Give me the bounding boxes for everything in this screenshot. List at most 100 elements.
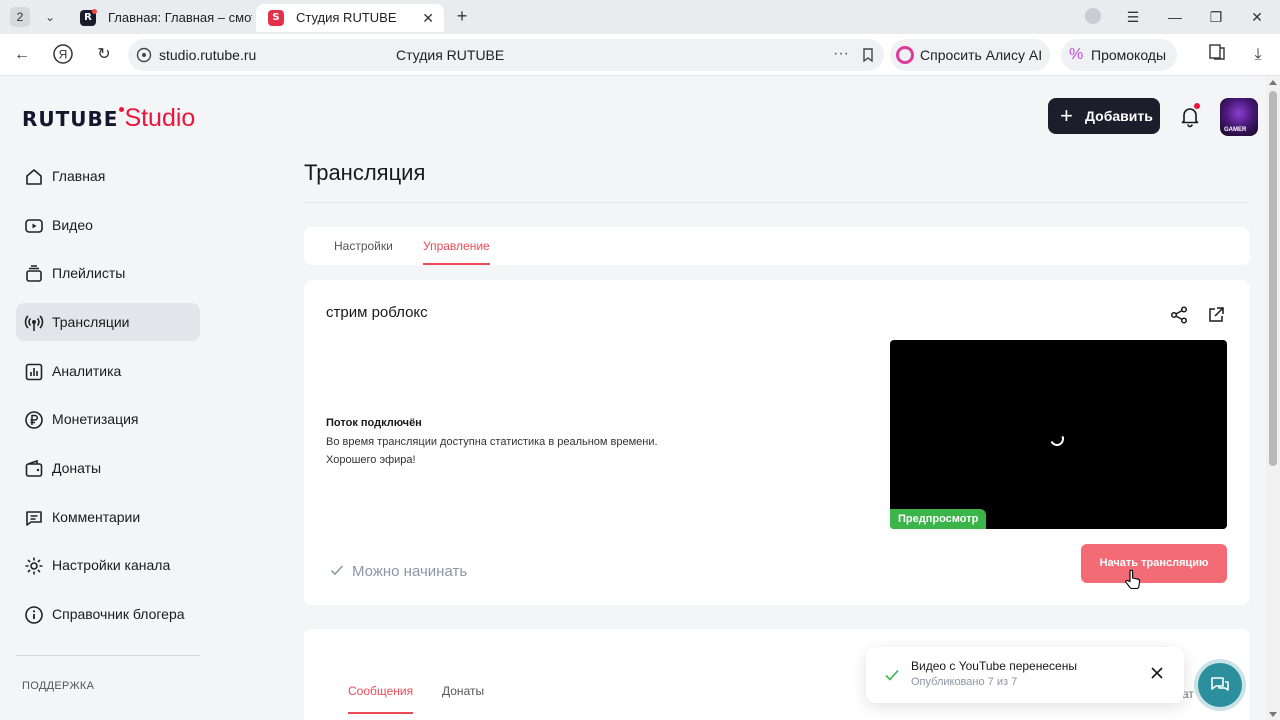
url-page-title: Студия RUTUBE [396,47,505,63]
sidebar-item-analytics[interactable]: Аналитика [16,352,200,390]
browser-tab-title: Студия RUTUBE [296,10,397,25]
comment-icon [26,511,42,526]
chevron-down-icon[interactable]: ⌄ [40,7,60,27]
browser-tab-bar: 2 ⌄ R Главная: Главная – смотр S Студия … [0,0,1280,34]
gear-icon [25,557,43,575]
close-window-icon[interactable]: ✕ [1246,6,1268,28]
alice-icon [896,46,914,64]
bookmark-icon[interactable] [860,47,876,63]
sidebar-item-label: Плейлисты [52,265,126,281]
sidebar-item-label: Монетизация [52,411,139,427]
ready-status-text: Можно начинать [352,563,468,580]
rutube-studio-logo[interactable]: RUTUBE Studio [22,104,195,132]
external-link-icon[interactable] [1206,305,1226,325]
toast-subtitle: Опубликовано 7 из 7 [911,676,1018,688]
url-text[interactable]: studio.rutube.ru [159,39,256,71]
plus-icon: + [1060,103,1073,128]
sidebar-item-label: Комментарии [52,509,141,525]
promocodes-button[interactable]: % Промокоды [1061,39,1177,71]
download-icon[interactable]: ⤓ [1246,43,1270,67]
sidebar-item-blogger-guide[interactable]: Справочник блогера [16,595,200,633]
sidebar-item-home[interactable]: Главная [16,157,200,195]
sidebar-item-label: Справочник блогера [52,606,185,622]
rutube-favicon-icon: R [80,9,97,26]
sidebar-item-comments[interactable]: Комментарии [16,498,200,536]
page-scrollbar[interactable] [1266,77,1280,720]
sidebar-item-monetization[interactable]: Монетизация [16,400,200,438]
collections-icon[interactable] [1205,43,1229,67]
add-button[interactable]: + Добавить [1048,98,1160,134]
sidebar-item-video[interactable]: Видео [16,206,200,244]
profile-icon[interactable] [1085,8,1101,24]
browser-address-bar: ← Я ↻ studio.rutube.ru Студия RUTUBE ···… [0,34,1280,76]
support-chat-button[interactable] [1198,663,1242,707]
sidebar-divider [16,655,200,656]
tab-count-badge[interactable]: 2 [10,7,30,27]
avatar[interactable] [1220,98,1258,136]
sidebar-item-label: Аналитика [52,363,122,379]
page-title: Трансляция [304,160,426,185]
video-icon [25,219,43,233]
sidebar-item-label: Донаты [52,460,102,476]
sidebar-item-channel-settings[interactable]: Настройки канала [16,546,200,584]
tab-management[interactable]: Управление [423,227,490,265]
tab-donations[interactable]: Донаты [442,684,484,714]
tab-settings[interactable]: Настройки [334,227,393,265]
preview-badge: Предпросмотр [890,509,987,529]
stream-status-line: Во время трансляции доступна статистика … [326,436,658,448]
close-icon[interactable] [1150,666,1164,680]
percent-icon: % [1069,46,1084,63]
browser-tab-studio[interactable]: S Студия RUTUBE ✕ [256,4,444,32]
back-icon[interactable]: ← [10,43,34,67]
sidebar-item-label: Настройки канала [52,557,171,573]
broadcast-tabs: Настройки Управление [304,227,1250,265]
loading-spinner-icon [1048,430,1066,448]
site-info-icon[interactable] [136,47,152,63]
sidebar-support-heading: ПОДДЕРЖКА [22,680,95,692]
support-chat-icon [1211,677,1229,691]
title-divider [304,202,1250,203]
stream-status-line: Хорошего эфира! [326,454,416,466]
browser-tab-title: Главная: Главная – смотр [108,10,252,25]
ruble-icon [25,411,43,429]
studio-page: RUTUBEStudio + Добавить Главная Видео Пл… [0,77,1266,720]
reload-icon[interactable]: ↻ [92,43,116,67]
browser-tab-main[interactable]: R Главная: Главная – смотр [68,4,252,32]
svg-text:Я: Я [59,48,68,62]
url-bar[interactable]: studio.rutube.ru Студия RUTUBE ··· [128,39,884,71]
scrollbar-thumb[interactable] [1269,91,1277,466]
analytics-icon [25,363,43,381]
yandex-icon[interactable]: Я [51,43,75,67]
minimize-icon[interactable]: — [1164,6,1186,28]
add-button-label: Добавить [1085,108,1153,124]
share-icon[interactable] [1169,305,1189,325]
toast-title: Видео с YouTube перенесены [911,659,1077,673]
sidebar-item-label: Главная [52,168,106,184]
restore-icon[interactable]: ❐ [1205,6,1227,28]
check-icon [330,565,344,576]
stream-preview-player[interactable]: Предпросмотр [890,340,1227,529]
playlist-icon [26,265,42,282]
sidebar-item-broadcasts[interactable]: Трансляции [16,303,200,341]
menu-icon[interactable]: ☰ [1122,6,1144,28]
promocodes-label: Промокоды [1091,47,1167,63]
scroll-up-icon[interactable] [1269,80,1277,85]
tab-messages[interactable]: Сообщения [348,684,414,714]
home-icon [26,169,42,185]
start-broadcast-button[interactable]: Начать трансляцию [1081,544,1227,583]
wallet-icon [25,459,43,477]
ask-alice-button[interactable]: Спросить Алису AI [890,39,1050,71]
scroll-down-icon[interactable] [1269,712,1277,717]
info-icon [25,606,43,624]
new-tab-icon[interactable]: + [452,6,472,26]
stream-card: стрим роблокс Поток подключён Во время т… [304,280,1250,605]
sidebar-item-label: Видео [52,217,93,233]
sidebar-item-donations[interactable]: Донаты [16,449,200,487]
success-check-icon [885,669,899,681]
stream-title: стрим роблокс [326,304,428,321]
close-tab-icon[interactable]: ✕ [422,4,434,32]
logo-rutube-text: RUTUBE [22,107,119,131]
sidebar-item-playlists[interactable]: Плейлисты [16,254,200,292]
ask-alice-label: Спросить Алису AI [920,47,1043,63]
more-options-icon[interactable]: ··· [833,39,849,69]
